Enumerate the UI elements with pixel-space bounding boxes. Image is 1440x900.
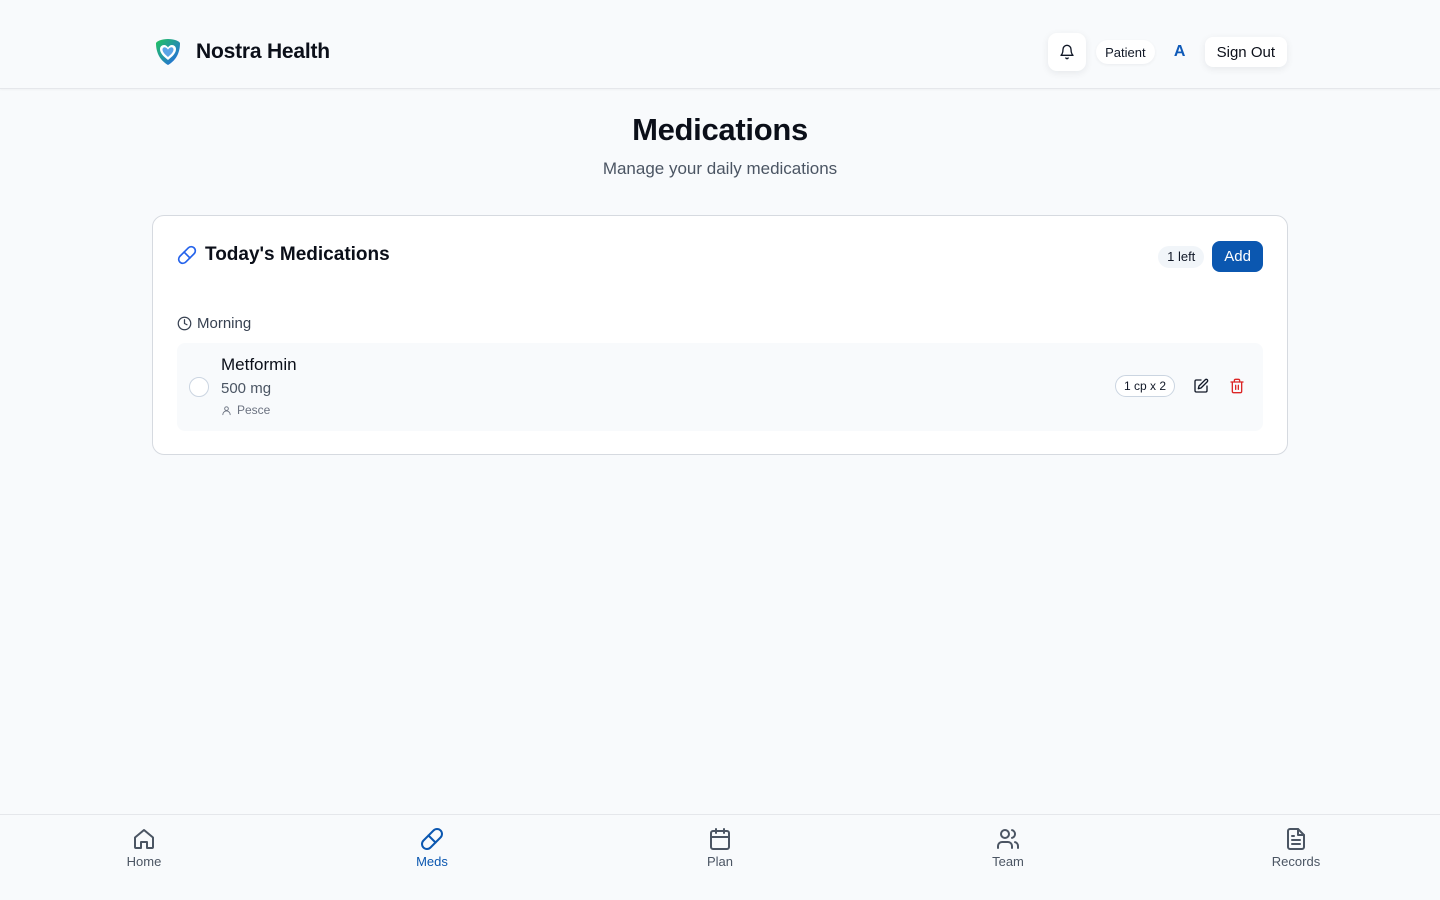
home-icon (134, 829, 154, 849)
avatar[interactable]: A (1165, 43, 1195, 61)
remaining-badge: 1 left (1158, 245, 1205, 268)
patient-name: Pesce (237, 403, 271, 417)
file-text-icon (1287, 828, 1305, 850)
frequency-badge: 1 cp x 2 (1114, 375, 1175, 397)
medication-patient: Pesce (221, 403, 270, 417)
nav-item-team[interactable]: Team (948, 827, 1068, 869)
nav-label: Home (126, 854, 162, 869)
brand-name: Nostra Health (196, 40, 330, 63)
taken-checkbox[interactable] (189, 377, 209, 397)
users-icon (997, 829, 1019, 849)
section-label: Morning (197, 315, 252, 332)
edit-button[interactable] (1191, 376, 1211, 396)
nav-item-plan[interactable]: Plan (660, 827, 780, 869)
add-medication-button[interactable]: Add (1212, 241, 1263, 272)
nav-item-records[interactable]: Records (1236, 827, 1356, 869)
card-actions: 1 left Add (1158, 241, 1263, 272)
section-morning: Morning (177, 315, 251, 332)
nav-label: Records (1271, 854, 1321, 869)
page-subtitle: Manage your daily medications (602, 159, 838, 178)
heart-shield-logo-icon (156, 39, 180, 65)
medication-name: Metformin (221, 355, 297, 374)
page-title: Medications (632, 112, 808, 147)
edit-icon (1194, 378, 1209, 393)
nav-item-home[interactable]: Home (84, 827, 204, 869)
nav-label: Team (992, 854, 1024, 869)
role-badge: Patient (1096, 40, 1155, 64)
header-actions: Patient A Sign Out (1048, 33, 1287, 71)
clock-icon (177, 316, 192, 331)
nav-label: Plan (706, 854, 734, 869)
medication-row: Metformin 500 mg Pesce 1 cp x 2 (177, 343, 1263, 431)
pill-icon (177, 245, 197, 265)
pill-icon (421, 828, 443, 850)
bottom-nav: Home Meds Plan Team Records (0, 814, 1440, 900)
sign-out-button[interactable]: Sign Out (1204, 37, 1287, 67)
app-header: Nostra Health Patient A Sign Out (0, 0, 1440, 89)
bell-icon (1060, 44, 1074, 60)
calendar-icon (710, 828, 730, 850)
user-icon (222, 405, 231, 415)
notifications-button[interactable] (1048, 33, 1087, 71)
nav-item-meds[interactable]: Meds (372, 827, 492, 869)
medication-actions: 1 cp x 2 (1114, 375, 1247, 397)
card-header: Today's Medications (177, 244, 390, 266)
card-title: Today's Medications (205, 244, 390, 265)
trash-icon (1230, 378, 1244, 394)
medication-dose: 500 mg (221, 380, 272, 397)
delete-button[interactable] (1227, 376, 1247, 396)
brand[interactable]: Nostra Health (152, 36, 330, 68)
todays-medications-card: Today's Medications 1 left Add Morning M… (152, 215, 1288, 455)
nav-label: Meds (416, 854, 448, 869)
